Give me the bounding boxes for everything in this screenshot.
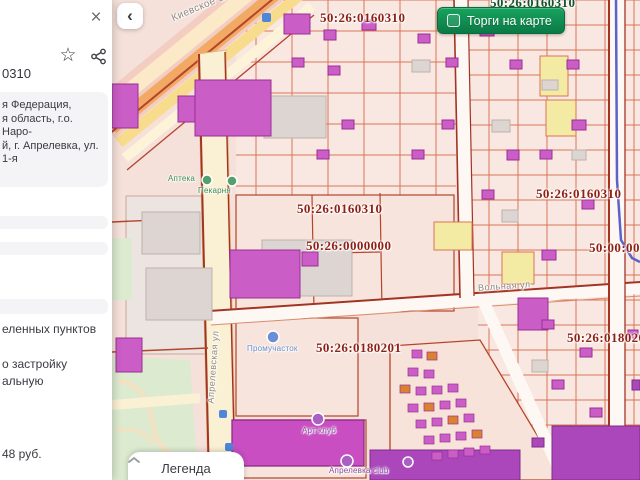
permitted-use-value: альную xyxy=(2,374,44,388)
land-category-value: еленных пунктов xyxy=(2,322,97,336)
transit-stop-icon[interactable] xyxy=(219,410,227,418)
permitted-use-value: о застройку xyxy=(2,357,68,371)
attribute-row xyxy=(0,242,108,255)
cadastral-value: 48 руб. xyxy=(2,447,42,461)
panel-close-button[interactable]: × xyxy=(84,6,108,30)
venue-poi-icon[interactable] xyxy=(402,456,414,468)
share-icon xyxy=(90,48,106,65)
auction-on-map-toggle[interactable]: Торги на карте xyxy=(437,7,565,34)
transit-stop-icon[interactable] xyxy=(262,13,271,22)
industrial-site-poi-icon[interactable] xyxy=(266,330,280,344)
attribute-row xyxy=(0,162,108,182)
share-button[interactable] xyxy=(86,46,110,70)
address-line: я область, г.о. Наро- xyxy=(2,112,73,139)
map-graphics xyxy=(112,0,640,480)
auction-toggle-label: Торги на карте xyxy=(467,13,552,28)
art-club-poi-icon[interactable] xyxy=(311,412,325,426)
attribute-row xyxy=(0,299,108,314)
favorite-button[interactable]: ☆ xyxy=(56,44,80,68)
chevron-up-icon xyxy=(128,456,140,463)
pharmacy-poi-icon[interactable] xyxy=(201,174,213,186)
info-panel: × ☆ 0310 я Федерация, я область, г.о. На… xyxy=(0,0,112,480)
chevron-left-icon: ‹ xyxy=(127,6,133,25)
map-canvas[interactable]: 50:26:0160310 50:26:0160310 50:26:016031… xyxy=(112,0,640,480)
legend-button[interactable]: Легенда xyxy=(128,452,244,480)
aprelevka-club-poi-icon[interactable] xyxy=(340,454,354,468)
cadastral-number: 0310 xyxy=(2,66,31,81)
checkbox-icon xyxy=(447,14,460,27)
collapse-panel-button[interactable]: ‹ xyxy=(117,3,143,29)
bakery-poi-icon[interactable] xyxy=(226,175,238,187)
attribute-row xyxy=(0,216,108,229)
star-icon: ☆ xyxy=(59,45,77,66)
address-line: я Федерация, xyxy=(2,99,72,111)
transit-stop-icon[interactable] xyxy=(225,443,233,451)
close-icon: × xyxy=(90,7,102,28)
legend-label: Легенда xyxy=(161,461,211,476)
cadastral-map-app: 50:26:0160310 50:26:0160310 50:26:016031… xyxy=(0,0,640,480)
